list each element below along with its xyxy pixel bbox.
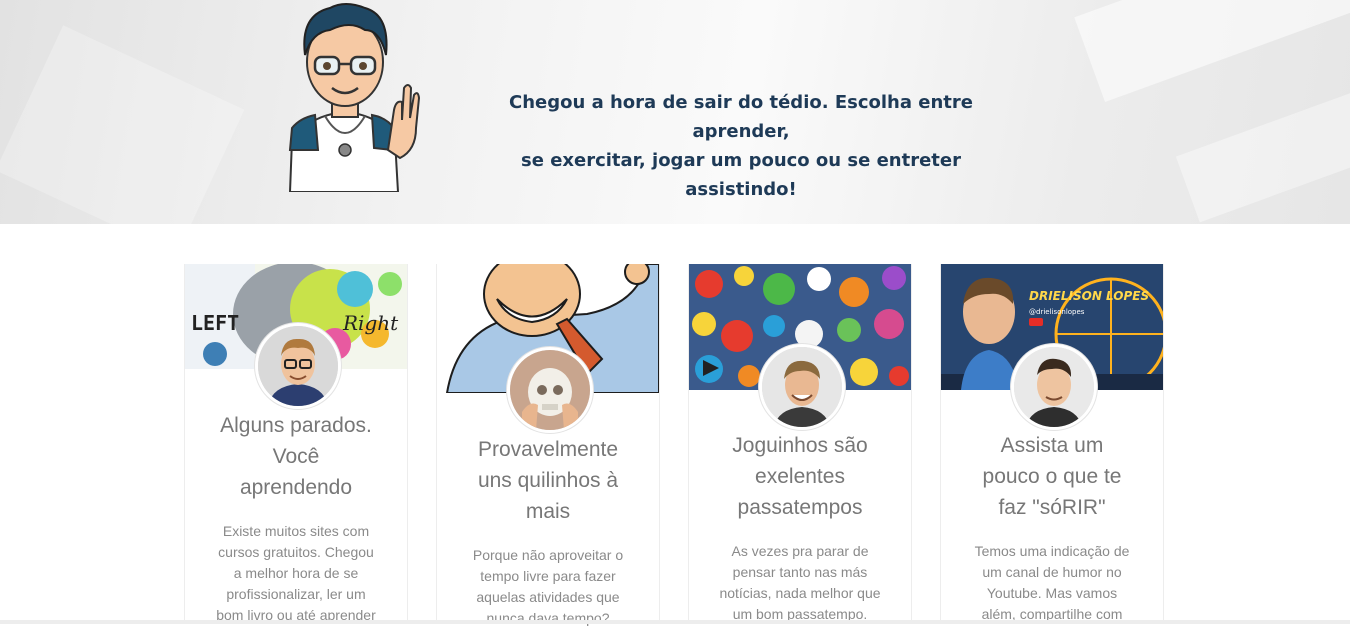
waving-avatar-illustration [288, 3, 420, 192]
background-streak [0, 25, 245, 224]
card-title: Assista um pouco o que te faz "sóRIR" [982, 434, 1122, 519]
card-learning[interactable]: LEFT Right Alguns parados. Você aprenden… [184, 264, 408, 624]
banner-channel-name: DRIELISON LOPES [1029, 289, 1149, 303]
author-avatar [507, 347, 593, 433]
card-exercise[interactable]: Provavelmente uns quilinhos à mais Porqu… [436, 264, 660, 626]
banner-word-right: Right [342, 311, 399, 335]
author-avatar [1011, 344, 1097, 430]
banner-word-left: LEFT [191, 311, 239, 335]
card-description: Existe muitos sites com cursos gratuitos… [216, 523, 376, 623]
background-streak [1175, 67, 1350, 223]
card-humor[interactable]: DRIELISON LOPES @drielisonlopes Assista … [940, 264, 1164, 624]
hero-headline: Chegou a hora de sair do tédio. Escolha … [470, 88, 1012, 204]
card-description: Porque não aproveitar o tempo livre para… [472, 547, 624, 626]
hero-banner: Chegou a hora de sair do tédio. Escolha … [0, 0, 1350, 224]
hero-headline-line2: se exercitar, jogar um pouco ou se entre… [521, 150, 961, 200]
author-avatar [759, 344, 845, 430]
card-games[interactable]: Joguinhos são exelentes passatempos As v… [688, 264, 912, 624]
page-bottom-edge [0, 620, 1350, 624]
background-streak [1074, 0, 1350, 103]
card-description: As vezes pra parar de pensar tanto nas m… [719, 543, 881, 622]
author-avatar [255, 323, 341, 409]
card-title: Joguinhos são exelentes passatempos [732, 434, 868, 519]
banner-channel-handle: @drielisonlopes [1029, 308, 1085, 316]
card-description: Temos uma indicação de um canal de humor… [974, 543, 1130, 622]
card-title: Provavelmente uns quilinhos à mais [477, 438, 619, 523]
hero-headline-line1: Chegou a hora de sair do tédio. Escolha … [509, 92, 973, 142]
card-title: Alguns parados. Você aprendendo [220, 414, 372, 499]
